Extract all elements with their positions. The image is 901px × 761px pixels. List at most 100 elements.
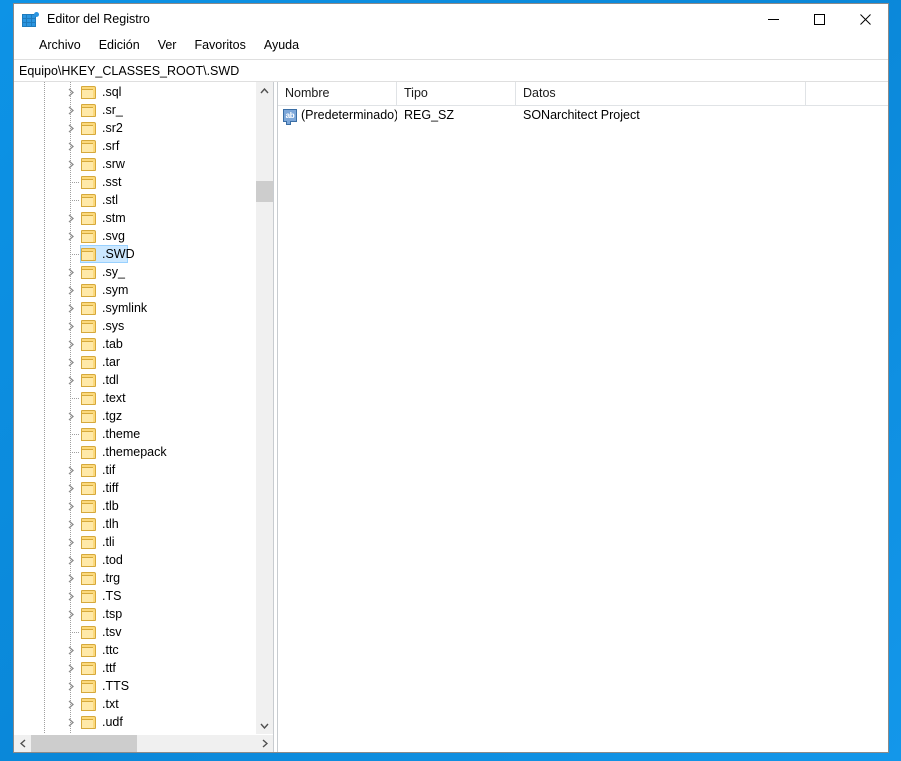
tree-item-tlb[interactable]: .tlb [14,497,255,515]
tree-item-txt[interactable]: .txt [14,695,255,713]
tree-item-tab[interactable]: .tab [14,335,255,353]
tree-scroll-down-button[interactable] [256,717,273,734]
column-header-nombre[interactable]: Nombre [278,82,397,105]
expand-chevron-icon[interactable] [64,713,78,731]
value-list[interactable]: ab (Predeterminado) REG_SZ SONarchitect Pro… [278,106,888,125]
menu-item-edicion[interactable]: Edición [90,35,149,56]
tree-item-sr2[interactable]: .sr2 [14,119,255,137]
tree-item-stm[interactable]: .stm [14,209,255,227]
tree-vscroll-thumb[interactable] [256,181,273,202]
expand-chevron-icon[interactable] [64,335,78,353]
menu-item-ver[interactable]: Ver [149,35,186,56]
tree-item-stl[interactable]: .stl [14,191,255,209]
tree-scroll-up-button[interactable] [256,82,273,99]
folder-icon [81,463,96,477]
expand-chevron-icon[interactable] [64,695,78,713]
tree-item-trg[interactable]: .trg [14,569,255,587]
tree-item-srf[interactable]: .srf [14,137,255,155]
column-header-datos[interactable]: Datos [516,82,806,105]
address-bar[interactable]: Equipo\HKEY_CLASSES_ROOT\.SWD [14,59,888,82]
tree-item-sy_[interactable]: .sy_ [14,263,255,281]
tree-leaf-connector [70,452,79,453]
tree-item-text[interactable]: .text [14,389,255,407]
column-header-filler [806,82,888,105]
tree-vscroll-track[interactable] [256,99,273,717]
column-header-tipo[interactable]: Tipo [397,82,516,105]
tree-scroll-left-button[interactable] [14,735,31,752]
tree-item-ttf[interactable]: .ttf [14,659,255,677]
tree-item-sr_[interactable]: .sr_ [14,101,255,119]
menu-item-archivo[interactable]: Archivo [30,35,90,56]
expand-chevron-icon[interactable] [64,371,78,389]
expand-chevron-icon[interactable] [64,227,78,245]
tree-item-sst[interactable]: .sst [14,173,255,191]
expand-chevron-icon[interactable] [64,677,78,695]
tree-item-tif[interactable]: .tif [14,461,255,479]
tree-item-tsv[interactable]: .tsv [14,623,255,641]
tree-item-tar[interactable]: .tar [14,353,255,371]
expand-chevron-icon[interactable] [64,551,78,569]
expand-chevron-icon[interactable] [64,317,78,335]
minimize-button[interactable] [750,4,796,35]
tree-item-tlh[interactable]: .tlh [14,515,255,533]
tree-item-tsp[interactable]: .tsp [14,605,255,623]
expand-chevron-icon[interactable] [64,155,78,173]
tree-item-theme[interactable]: .theme [14,425,255,443]
tree-item-srw[interactable]: .srw [14,155,255,173]
folder-icon [81,157,96,171]
folder-icon [81,121,96,135]
expand-chevron-icon[interactable] [64,479,78,497]
expand-chevron-icon[interactable] [64,533,78,551]
expand-chevron-icon[interactable] [64,461,78,479]
tree-item-ttc[interactable]: .ttc [14,641,255,659]
tree-item-sys[interactable]: .sys [14,317,255,335]
tree-item-ts[interactable]: .TS [14,587,255,605]
expand-chevron-icon[interactable] [64,659,78,677]
value-row[interactable]: ab (Predeterminado) REG_SZ SONarchitect Pro… [278,106,888,125]
expand-chevron-icon[interactable] [64,641,78,659]
tree-vertical-scrollbar[interactable] [255,82,273,734]
tree-item-tts[interactable]: .TTS [14,677,255,695]
expand-chevron-icon[interactable] [64,605,78,623]
expand-chevron-icon[interactable] [64,497,78,515]
value-type-cell: REG_SZ [404,108,455,122]
close-button[interactable] [842,4,888,35]
menu-item-ayuda[interactable]: Ayuda [255,35,308,56]
expand-chevron-icon[interactable] [64,281,78,299]
tree-horizontal-scrollbar[interactable] [14,734,273,752]
value-list-header: Nombre Tipo Datos [278,82,888,106]
expand-chevron-icon[interactable] [64,101,78,119]
expand-chevron-icon[interactable] [64,119,78,137]
tree-item-svg[interactable]: .svg [14,227,255,245]
tree-item-tiff[interactable]: .tiff [14,479,255,497]
expand-chevron-icon[interactable] [64,209,78,227]
expand-chevron-icon[interactable] [64,83,78,101]
expand-chevron-icon[interactable] [64,569,78,587]
expand-chevron-icon[interactable] [64,515,78,533]
expand-chevron-icon[interactable] [64,407,78,425]
tree-item-tdl[interactable]: .tdl [14,371,255,389]
tree-item-swd[interactable]: .SWD [14,245,255,263]
tree-item-udf[interactable]: .udf [14,713,255,731]
tree-item-sql[interactable]: .sql [14,83,255,101]
maximize-button[interactable] [796,4,842,35]
folder-icon [81,247,96,261]
expand-chevron-icon[interactable] [64,587,78,605]
expand-chevron-icon[interactable] [64,353,78,371]
key-tree[interactable]: .sql .sr_ .sr2 .srf .srw .sst .stl .stm .svg .SWD… [14,82,255,734]
tree-hscroll-track[interactable] [31,735,256,752]
tree-item-symlink[interactable]: .symlink [14,299,255,317]
tree-item-label: .srf [102,139,120,153]
expand-chevron-icon[interactable] [64,263,78,281]
tree-item-tgz[interactable]: .tgz [14,407,255,425]
tree-scroll-right-button[interactable] [256,735,273,752]
chevron-up-icon [260,87,269,93]
expand-chevron-icon[interactable] [64,299,78,317]
tree-item-themepack[interactable]: .themepack [14,443,255,461]
tree-item-tli[interactable]: .tli [14,533,255,551]
expand-chevron-icon[interactable] [64,137,78,155]
menu-item-favoritos[interactable]: Favoritos [185,35,254,56]
tree-hscroll-thumb[interactable] [31,735,137,752]
tree-item-sym[interactable]: .sym [14,281,255,299]
tree-item-tod[interactable]: .tod [14,551,255,569]
